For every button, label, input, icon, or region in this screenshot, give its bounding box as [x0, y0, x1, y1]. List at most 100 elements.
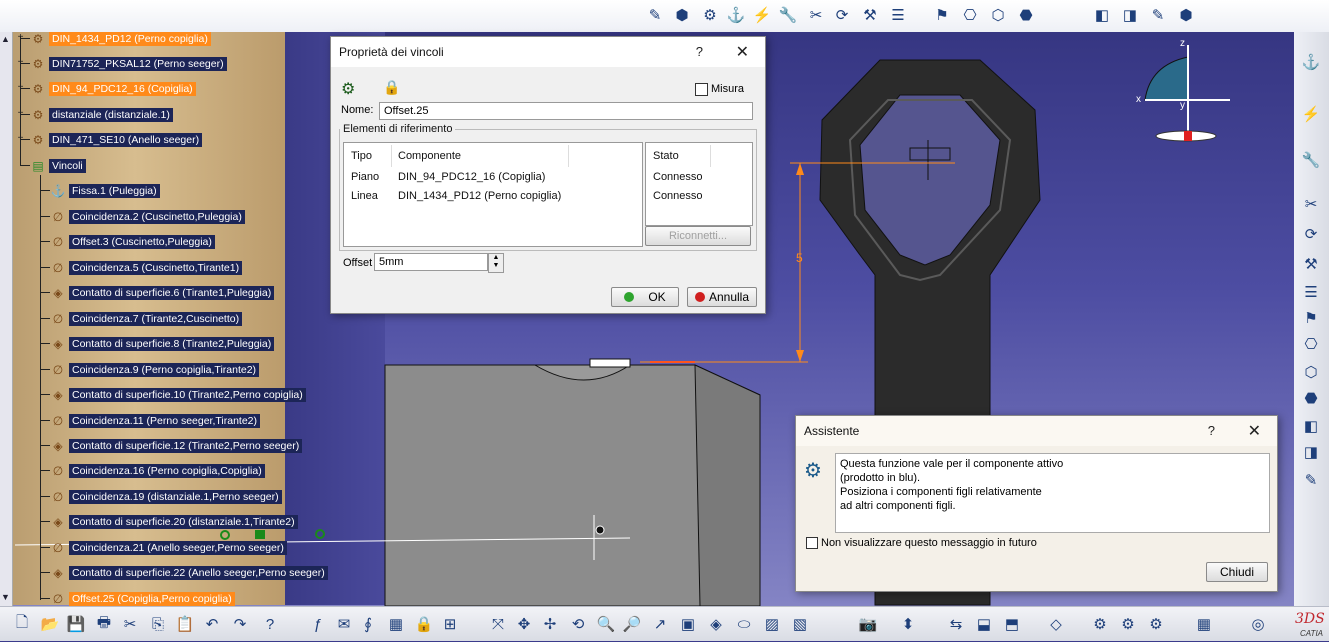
- tree-item[interactable]: ∅ Coincidenza.5 (Cuscinetto,Tirante1): [50, 259, 243, 276]
- toolbar-tool-icon[interactable]: ⟲: [568, 614, 588, 634]
- toolbar-tool-icon[interactable]: ◎: [1248, 614, 1268, 634]
- toolbar-tool-icon[interactable]: ∮: [358, 614, 378, 634]
- toolbar-tool-icon[interactable]: 🔒: [414, 614, 434, 634]
- toolbar-tool-icon[interactable]: ↷: [230, 614, 250, 634]
- toolbar-tool-icon[interactable]: ⚙: [1090, 614, 1110, 634]
- toolbar-tool-icon[interactable]: ⚡: [752, 5, 772, 25]
- toolbar-tool-icon[interactable]: ✎: [645, 5, 665, 25]
- assistant-help-button[interactable]: ?: [1208, 423, 1215, 438]
- dialog-titlebar[interactable]: Proprietà dei vincoli ? ✕: [331, 37, 765, 67]
- expand-icon[interactable]: +: [16, 134, 25, 144]
- tree-item[interactable]: ∅ Coincidenza.2 (Cuscinetto,Puleggia): [50, 208, 245, 225]
- toolbar-tool-icon[interactable]: ?: [260, 614, 280, 634]
- toolbar-tool-icon[interactable]: ⚒: [860, 5, 880, 25]
- assistant-close-button[interactable]: ✕: [1248, 421, 1261, 441]
- toolbar-tool-icon[interactable]: 🖶: [94, 614, 114, 634]
- tree-item[interactable]: ⚙ DIN71752_PKSAL12 (Perno seeger): [30, 55, 227, 72]
- toolbar-tool-icon[interactable]: ↗: [650, 614, 670, 634]
- toolbar-tool-icon[interactable]: ▨: [762, 614, 782, 634]
- tree-item[interactable]: ◈ Contatto di superficie.22 (Anello seege…: [50, 564, 328, 581]
- toolbar-tool-icon[interactable]: ⬡: [1301, 362, 1321, 382]
- name-input[interactable]: Offset.25: [379, 102, 753, 120]
- toolbar-tool-icon[interactable]: ⚙: [1118, 614, 1138, 634]
- toolbar-tool-icon[interactable]: ⎘: [148, 614, 168, 634]
- toolbar-tool-icon[interactable]: ⚙: [1146, 614, 1166, 634]
- toolbar-tool-icon[interactable]: ƒ: [308, 614, 328, 634]
- toolbar-tool-icon[interactable]: ⚒: [1301, 254, 1321, 274]
- toolbar-tool-icon[interactable]: ⚓: [726, 5, 746, 25]
- toolbar-tool-icon[interactable]: ⬡: [988, 5, 1008, 25]
- tree-item[interactable]: ∅ Offset.25 (Copiglia,Perno copiglia): [50, 590, 235, 607]
- toolbar-tool-icon[interactable]: ✥: [514, 614, 534, 634]
- toolbar-tool-icon[interactable]: ✂: [120, 614, 140, 634]
- toolbar-tool-icon[interactable]: ⬣: [1016, 5, 1036, 25]
- measure-checkbox[interactable]: [695, 83, 708, 96]
- expand-icon[interactable]: +: [16, 109, 25, 119]
- offset-input[interactable]: 5mm: [374, 253, 488, 271]
- toolbar-tool-icon[interactable]: 🔎: [622, 614, 642, 634]
- tree-item[interactable]: ∅ Coincidenza.9 (Perno copiglia,Tirante2): [50, 361, 260, 378]
- toolbar-tool-icon[interactable]: ⬓: [974, 614, 994, 634]
- status-table[interactable]: Stato Connesso Connesso: [645, 142, 753, 226]
- tree-item[interactable]: ▤ Vincoli: [30, 157, 86, 174]
- offset-spinner[interactable]: ▲ ▼: [488, 253, 504, 273]
- toolbar-tool-icon[interactable]: ⟳: [832, 5, 852, 25]
- toolbar-tool-icon[interactable]: ☰: [1301, 282, 1321, 302]
- reconnect-button[interactable]: Riconnetti...: [645, 226, 751, 246]
- tree-item[interactable]: ◈ Contatto di superficie.20 (distanziale.…: [50, 513, 298, 530]
- tree-item[interactable]: ∅ Coincidenza.16 (Perno copiglia,Copiglia…: [50, 462, 265, 479]
- toolbar-tool-icon[interactable]: ⎔: [960, 5, 980, 25]
- toolbar-tool-icon[interactable]: ◧: [1301, 416, 1321, 436]
- close-button[interactable]: ✕: [736, 42, 749, 62]
- toolbar-tool-icon[interactable]: ⚓: [1301, 52, 1321, 72]
- toolbar-tool-icon[interactable]: ▦: [1194, 614, 1214, 634]
- column-header-type[interactable]: Tipo: [351, 150, 372, 162]
- toolbar-tool-icon[interactable]: 🗋: [12, 614, 32, 634]
- row-2-component[interactable]: DIN_1434_PD12 (Perno copiglia): [398, 190, 561, 202]
- toolbar-tool-icon[interactable]: ⚑: [932, 5, 952, 25]
- expand-icon[interactable]: +: [16, 33, 25, 43]
- row-2-status[interactable]: Connesso: [653, 190, 703, 202]
- toolbar-tool-icon[interactable]: ▣: [678, 614, 698, 634]
- lock-icon[interactable]: 🔒: [383, 79, 400, 96]
- tree-item[interactable]: ◈ Contatto di superficie.6 (Tirante1,Pule…: [50, 284, 275, 301]
- tree-item[interactable]: ⚙ DIN_1434_PD12 (Perno copiglia): [30, 30, 211, 47]
- row-1-status[interactable]: Connesso: [653, 171, 703, 183]
- toolbar-tool-icon[interactable]: ⬢: [672, 5, 692, 25]
- toolbar-tool-icon[interactable]: 💾: [66, 614, 86, 634]
- row-2-type[interactable]: Linea: [351, 190, 378, 202]
- toolbar-tool-icon[interactable]: ✉: [334, 614, 354, 634]
- toolbar-tool-icon[interactable]: 📂: [40, 614, 60, 634]
- help-button[interactable]: ?: [696, 44, 703, 59]
- cancel-button[interactable]: Annulla: [687, 287, 757, 307]
- toolbar-tool-icon[interactable]: ✢: [540, 614, 560, 634]
- dont-show-checkbox[interactable]: [806, 537, 818, 549]
- row-1-component[interactable]: DIN_94_PDC12_16 (Copiglia): [398, 171, 545, 183]
- toolbar-tool-icon[interactable]: ↶: [202, 614, 222, 634]
- column-header-component[interactable]: Componente: [398, 150, 461, 162]
- row-1-type[interactable]: Piano: [351, 171, 379, 183]
- tree-item[interactable]: ∅ Offset.3 (Cuscinetto,Puleggia): [50, 233, 215, 250]
- toolbar-tool-icon[interactable]: ✂: [1301, 194, 1321, 214]
- toolbar-tool-icon[interactable]: ▧: [790, 614, 810, 634]
- tree-item[interactable]: ∅ Coincidenza.7 (Tirante2,Cuscinetto): [50, 310, 243, 327]
- toolbar-tool-icon[interactable]: ▦: [386, 614, 406, 634]
- tree-item[interactable]: ∅ Coincidenza.11 (Perno seeger,Tirante2): [50, 412, 261, 429]
- tree-item[interactable]: ◈ Contatto di superficie.8 (Tirante2,Pule…: [50, 335, 275, 352]
- tree-item[interactable]: ⚙ DIN_94_PDC12_16 (Copiglia): [30, 80, 196, 97]
- toolbar-tool-icon[interactable]: ◧: [1092, 5, 1112, 25]
- toolbar-tool-icon[interactable]: ⚙: [700, 5, 720, 25]
- toolbar-tool-icon[interactable]: ☰: [888, 5, 908, 25]
- tree-item[interactable]: ◈ Contatto di superficie.10 (Tirante2,Per…: [50, 386, 306, 403]
- toolbar-tool-icon[interactable]: 🔧: [1301, 150, 1321, 170]
- toolbar-tool-icon[interactable]: ⬢: [1176, 5, 1196, 25]
- tree-item[interactable]: ∅ Coincidenza.21 (Anello seeger,Perno see…: [50, 539, 287, 556]
- tree-item[interactable]: ⚙ distanziale (distanziale.1): [30, 106, 173, 123]
- toolbar-tool-icon[interactable]: ✎: [1301, 470, 1321, 490]
- assistant-close-action-button[interactable]: Chiudi: [1206, 562, 1268, 582]
- toolbar-tool-icon[interactable]: ⊞: [440, 614, 460, 634]
- assistant-titlebar[interactable]: Assistente ? ✕: [796, 416, 1277, 446]
- toolbar-tool-icon[interactable]: 📋: [175, 614, 195, 634]
- tree-item[interactable]: ∅ Coincidenza.19 (distanziale.1,Perno see…: [50, 488, 282, 505]
- toolbar-tool-icon[interactable]: ⚡: [1301, 104, 1321, 124]
